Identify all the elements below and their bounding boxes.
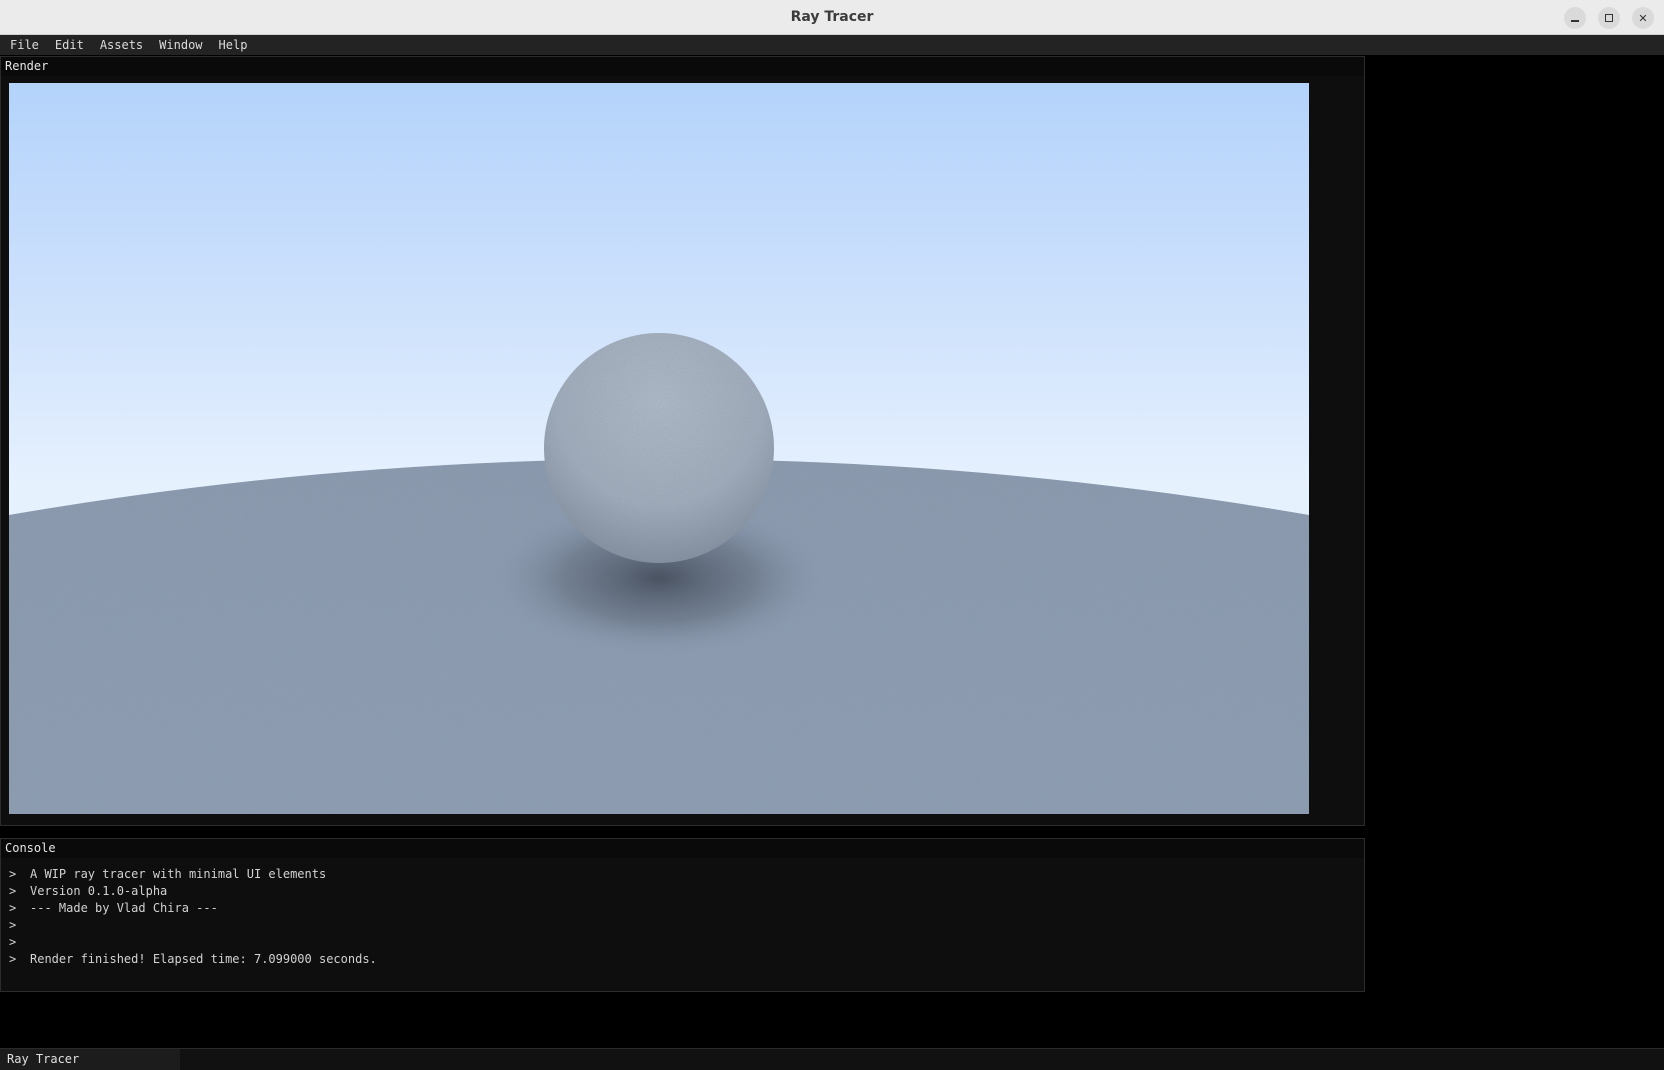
console-line: > --- Made by Vlad Chira ---: [9, 900, 1364, 917]
console-line: >: [9, 934, 1364, 951]
console-panel-title[interactable]: Console: [1, 839, 1364, 858]
console-prompt: >: [9, 884, 17, 898]
menu-window[interactable]: Window: [151, 35, 210, 55]
render-panel: Render: [0, 56, 1365, 826]
menu-bar: File Edit Assets Window Help: [0, 35, 1664, 55]
console-prompt: >: [9, 867, 17, 881]
console-text: A WIP ray tracer with minimal UI element…: [30, 867, 327, 881]
minimize-icon: [1571, 20, 1579, 22]
console-output: > A WIP ray tracer with minimal UI elemen…: [1, 858, 1364, 968]
console-prompt: >: [9, 918, 17, 932]
close-icon: ✕: [1638, 11, 1648, 25]
minimize-button[interactable]: [1564, 7, 1586, 29]
console-line: > Render finished! Elapsed time: 7.099000…: [9, 951, 1364, 968]
console-line: >: [9, 917, 1364, 934]
menu-file[interactable]: File: [0, 35, 47, 55]
console-text: --- Made by Vlad Chira ---: [30, 901, 218, 915]
console-line: > A WIP ray tracer with minimal UI elemen…: [9, 866, 1364, 883]
maximize-icon: [1605, 14, 1613, 22]
menu-edit[interactable]: Edit: [47, 35, 92, 55]
sphere-grain: [544, 333, 774, 563]
console-panel: Console > A WIP ray tracer with minimal U…: [0, 838, 1365, 992]
render-scene: [9, 333, 1309, 814]
console-line: > Version 0.1.0-alpha: [9, 883, 1364, 900]
status-tab[interactable]: Ray Tracer: [0, 1049, 180, 1070]
console-prompt: >: [9, 935, 17, 949]
console-text: Render finished! Elapsed time: 7.099000 …: [30, 952, 377, 966]
menu-help[interactable]: Help: [211, 35, 256, 55]
window-title: Ray Tracer: [790, 9, 874, 25]
render-image: [9, 83, 1309, 814]
console-prompt: >: [9, 952, 17, 966]
render-panel-title[interactable]: Render: [1, 57, 1364, 76]
status-bar: Ray Tracer: [0, 1048, 1664, 1070]
console-prompt: >: [9, 901, 17, 915]
title-bar: Ray Tracer ✕: [0, 0, 1664, 35]
close-button[interactable]: ✕: [1632, 7, 1654, 29]
console-text: Version 0.1.0-alpha: [30, 884, 168, 898]
menu-assets[interactable]: Assets: [92, 35, 151, 55]
maximize-button[interactable]: [1598, 7, 1620, 29]
